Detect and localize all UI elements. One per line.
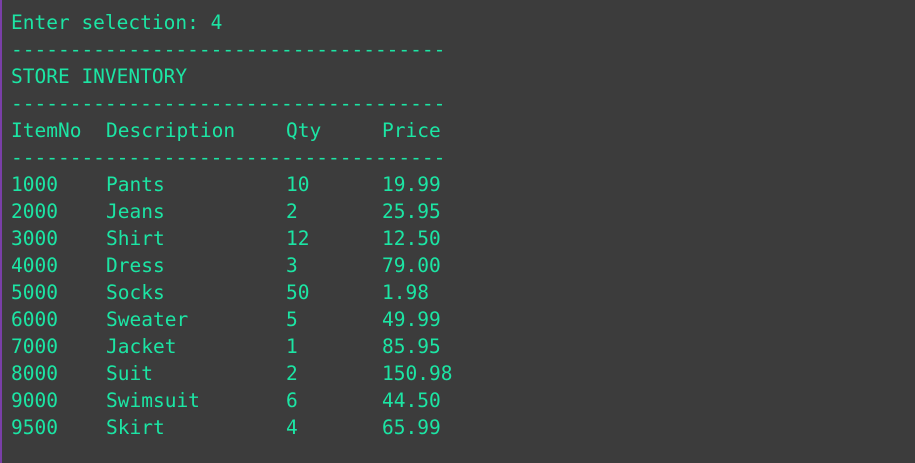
- item-number: 1000: [11, 173, 58, 196]
- item-number: 3000: [11, 227, 58, 250]
- header-qty: Qty: [286, 119, 322, 142]
- divider-line: -------------------------------------: [11, 146, 446, 169]
- inventory-title: STORE INVENTORY: [11, 65, 188, 88]
- item-description: Skirt: [106, 416, 165, 439]
- header-description: Description: [106, 119, 236, 142]
- divider-line: -------------------------------------: [11, 92, 446, 115]
- terminal-window[interactable]: Enter selection: 4 ---------------------…: [0, 0, 915, 463]
- item-number: 6000: [11, 308, 58, 331]
- item-price: 150.98: [382, 362, 453, 385]
- item-quantity: 1: [286, 335, 298, 358]
- item-quantity: 5: [286, 308, 298, 331]
- table-row: 4000 Dress 3 79.00: [11, 252, 441, 279]
- item-quantity: 12: [286, 227, 310, 250]
- item-price: 25.95: [382, 200, 441, 223]
- table-row: 1000 Pants 10 19.99: [11, 171, 441, 198]
- item-description: Sweater: [106, 308, 189, 331]
- item-number: 7000: [11, 335, 58, 358]
- item-description: Pants: [106, 173, 165, 196]
- item-price: 79.00: [382, 254, 441, 277]
- item-description: Jeans: [106, 200, 165, 223]
- header-price: Price: [382, 119, 441, 142]
- item-quantity: 3: [286, 254, 298, 277]
- item-quantity: 6: [286, 389, 298, 412]
- table-row: 9000 Swimsuit 6 44.50: [11, 387, 441, 414]
- item-price: 49.99: [382, 308, 441, 331]
- header-itemno: ItemNo: [11, 119, 82, 142]
- table-header: ItemNo Description Qty Price: [11, 117, 441, 144]
- item-number: 2000: [11, 200, 58, 223]
- table-row: 3000 Shirt 12 12.50: [11, 225, 441, 252]
- table-row: 9500 Skirt 4 65.99: [11, 414, 441, 441]
- item-quantity: 10: [286, 173, 310, 196]
- item-price: 12.50: [382, 227, 441, 250]
- item-number: 5000: [11, 281, 58, 304]
- item-number: 4000: [11, 254, 58, 277]
- item-price: 19.99: [382, 173, 441, 196]
- table-row: 6000 Sweater 5 49.99: [11, 306, 441, 333]
- item-price: 65.99: [382, 416, 441, 439]
- table-row: 5000 Socks 50 1.98: [11, 279, 429, 306]
- item-number: 9500: [11, 416, 58, 439]
- item-description: Socks: [106, 281, 165, 304]
- item-number: 8000: [11, 362, 58, 385]
- table-row: 7000 Jacket 1 85.95: [11, 333, 441, 360]
- item-number: 9000: [11, 389, 58, 412]
- divider-line: -------------------------------------: [11, 38, 446, 61]
- table-row: 2000 Jeans 2 25.95: [11, 198, 441, 225]
- item-price: 85.95: [382, 335, 441, 358]
- item-description: Jacket: [106, 335, 177, 358]
- item-quantity: 2: [286, 200, 298, 223]
- item-description: Swimsuit: [106, 389, 200, 412]
- item-quantity: 4: [286, 416, 298, 439]
- item-description: Suit: [106, 362, 153, 385]
- item-description: Shirt: [106, 227, 165, 250]
- table-row: 8000 Suit 2 150.98: [11, 360, 452, 387]
- item-price: 1.98: [382, 281, 429, 304]
- item-quantity: 50: [286, 281, 310, 304]
- item-quantity: 2: [286, 362, 298, 385]
- input-prompt: Enter selection: 4: [11, 11, 223, 34]
- item-description: Dress: [106, 254, 165, 277]
- item-price: 44.50: [382, 389, 441, 412]
